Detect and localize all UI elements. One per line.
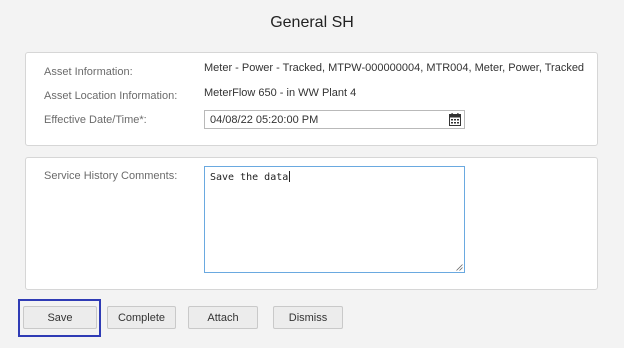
comments-panel: Service History Comments: Save the data (25, 157, 598, 290)
asset-info-label: Asset Information: (44, 66, 133, 78)
complete-button[interactable]: Complete (107, 306, 176, 329)
service-history-comments-label: Service History Comments: (44, 170, 178, 182)
effective-date-value: 04/08/22 05:20:00 PM (210, 114, 319, 126)
asset-info-panel: Asset Information: Meter - Power - Track… (25, 52, 598, 146)
asset-location-value: MeterFlow 650 - in WW Plant 4 (204, 87, 357, 99)
text-caret (289, 171, 291, 182)
save-button[interactable]: Save (23, 306, 97, 329)
comments-text: Save the data (210, 172, 289, 183)
page-title: General SH (270, 14, 354, 31)
calendar-icon[interactable] (449, 113, 461, 126)
dismiss-button[interactable]: Dismiss (273, 306, 343, 329)
attach-button[interactable]: Attach (188, 306, 258, 329)
service-history-comments-input[interactable]: Save the data (204, 166, 465, 273)
effective-date-input[interactable]: 04/08/22 05:20:00 PM (204, 110, 465, 129)
asset-info-value: Meter - Power - Tracked, MTPW-000000004,… (204, 62, 585, 74)
effective-date-label: Effective Date/Time*: (44, 114, 147, 126)
asset-location-label: Asset Location Information: (44, 90, 178, 102)
resize-handle-icon[interactable] (456, 264, 463, 271)
